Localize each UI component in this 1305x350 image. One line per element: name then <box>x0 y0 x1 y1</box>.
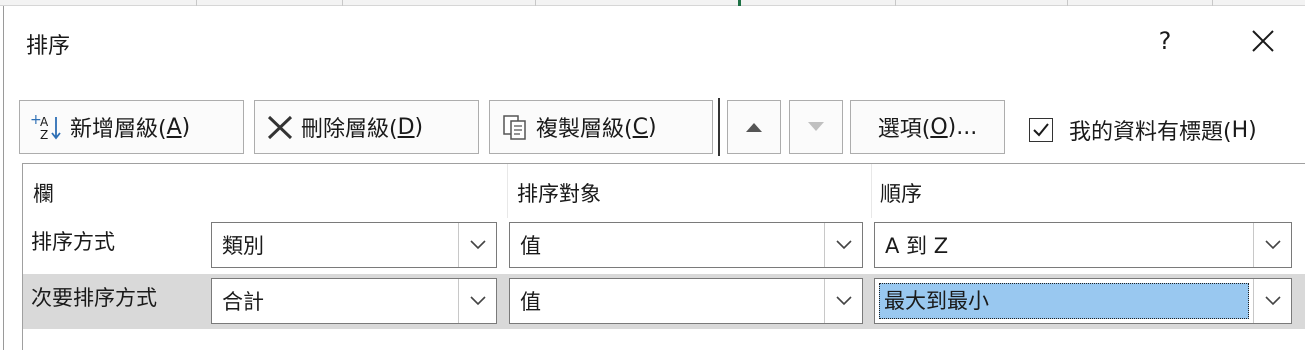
add-level-mnemonic: A <box>166 114 182 140</box>
copy-level-mnemonic: C <box>632 114 648 140</box>
header-column: 欄 <box>33 182 54 206</box>
row-label: 次要排序方式 <box>31 286 157 310</box>
add-level-label: 新增層級( <box>70 117 167 142</box>
options-tail: )... <box>947 114 978 140</box>
delete-level-label: 刪除層級( <box>301 117 398 142</box>
order-select-value: A 到 Z <box>885 234 949 258</box>
header-sort-on: 排序對象 <box>517 182 601 206</box>
dialog-title: 排序 <box>26 34 71 59</box>
column-select[interactable]: 類別 <box>211 222 497 268</box>
order-select-value: 最大到最小 <box>879 283 1249 319</box>
sort-level-row[interactable]: 排序方式 類別 值 A 到 Z <box>23 218 1305 273</box>
sort-levels-grid: 欄 排序對象 順序 排序方式 類別 值 A 到 Z 次要排序方式 合計 值 最大… <box>22 163 1305 350</box>
options-button[interactable]: 選項(O)... <box>850 100 1005 154</box>
has-headers-label: 我的資料有標題( <box>1069 120 1232 145</box>
chevron-down-icon[interactable] <box>824 223 862 267</box>
checkmark-icon <box>1033 123 1049 137</box>
sort-level-row-selected[interactable]: 次要排序方式 合計 值 最大到最小 <box>23 274 1305 329</box>
delete-level-tail: ) <box>414 114 424 140</box>
column-select[interactable]: 合計 <box>211 278 497 324</box>
order-select-focused[interactable]: 最大到最小 <box>874 278 1292 324</box>
has-headers-checkbox[interactable]: 我的資料有標題(H) <box>1029 114 1257 146</box>
order-select[interactable]: A 到 Z <box>874 222 1292 268</box>
help-button[interactable]: ? <box>1152 24 1178 58</box>
close-icon <box>1252 30 1274 52</box>
header-divider <box>507 164 508 218</box>
chevron-down-icon[interactable] <box>458 279 496 323</box>
delete-x-icon <box>265 112 295 142</box>
header-order: 順序 <box>880 182 922 206</box>
has-headers-tail: ) <box>1248 117 1257 143</box>
delete-level-mnemonic: D <box>397 114 415 140</box>
close-button[interactable] <box>1246 24 1280 58</box>
triangle-down-icon <box>808 122 824 131</box>
sort-dialog: 排序 ? + A Z 新增層級(A) 刪除層級(D) 複製層級(C) 選… <box>3 6 1305 350</box>
sort-on-select-value: 值 <box>520 234 541 258</box>
svg-text:Z: Z <box>40 128 48 142</box>
copy-level-label: 複製層級( <box>536 117 633 142</box>
add-sort-level-icon: + A Z <box>30 112 64 142</box>
move-up-button[interactable] <box>727 100 781 154</box>
row-label: 排序方式 <box>31 230 115 254</box>
svg-text:A: A <box>40 115 49 129</box>
delete-level-button[interactable]: 刪除層級(D) <box>254 100 479 154</box>
add-level-button[interactable]: + A Z 新增層級(A) <box>19 100 244 154</box>
move-down-button[interactable] <box>789 100 843 154</box>
sort-on-select-value: 值 <box>520 290 541 314</box>
checkbox-box[interactable] <box>1029 118 1053 142</box>
header-divider <box>871 164 872 218</box>
column-select-value: 合計 <box>222 290 264 314</box>
chevron-down-icon[interactable] <box>458 223 496 267</box>
has-headers-mnemonic: H <box>1231 117 1249 143</box>
column-select-value: 類別 <box>222 234 264 258</box>
sort-on-select[interactable]: 值 <box>509 222 863 268</box>
chevron-down-icon[interactable] <box>824 279 862 323</box>
chevron-down-icon[interactable] <box>1253 279 1291 323</box>
toolbar-separator <box>718 98 720 156</box>
copy-icon <box>500 112 530 142</box>
add-level-tail: ) <box>181 114 191 140</box>
copy-level-tail: ) <box>647 114 657 140</box>
copy-level-button[interactable]: 複製層級(C) <box>489 100 713 154</box>
options-mnemonic: O <box>930 114 948 140</box>
sort-on-select[interactable]: 值 <box>509 278 863 324</box>
chevron-down-icon[interactable] <box>1253 223 1291 267</box>
triangle-up-icon <box>746 123 762 132</box>
options-label: 選項( <box>877 117 931 142</box>
